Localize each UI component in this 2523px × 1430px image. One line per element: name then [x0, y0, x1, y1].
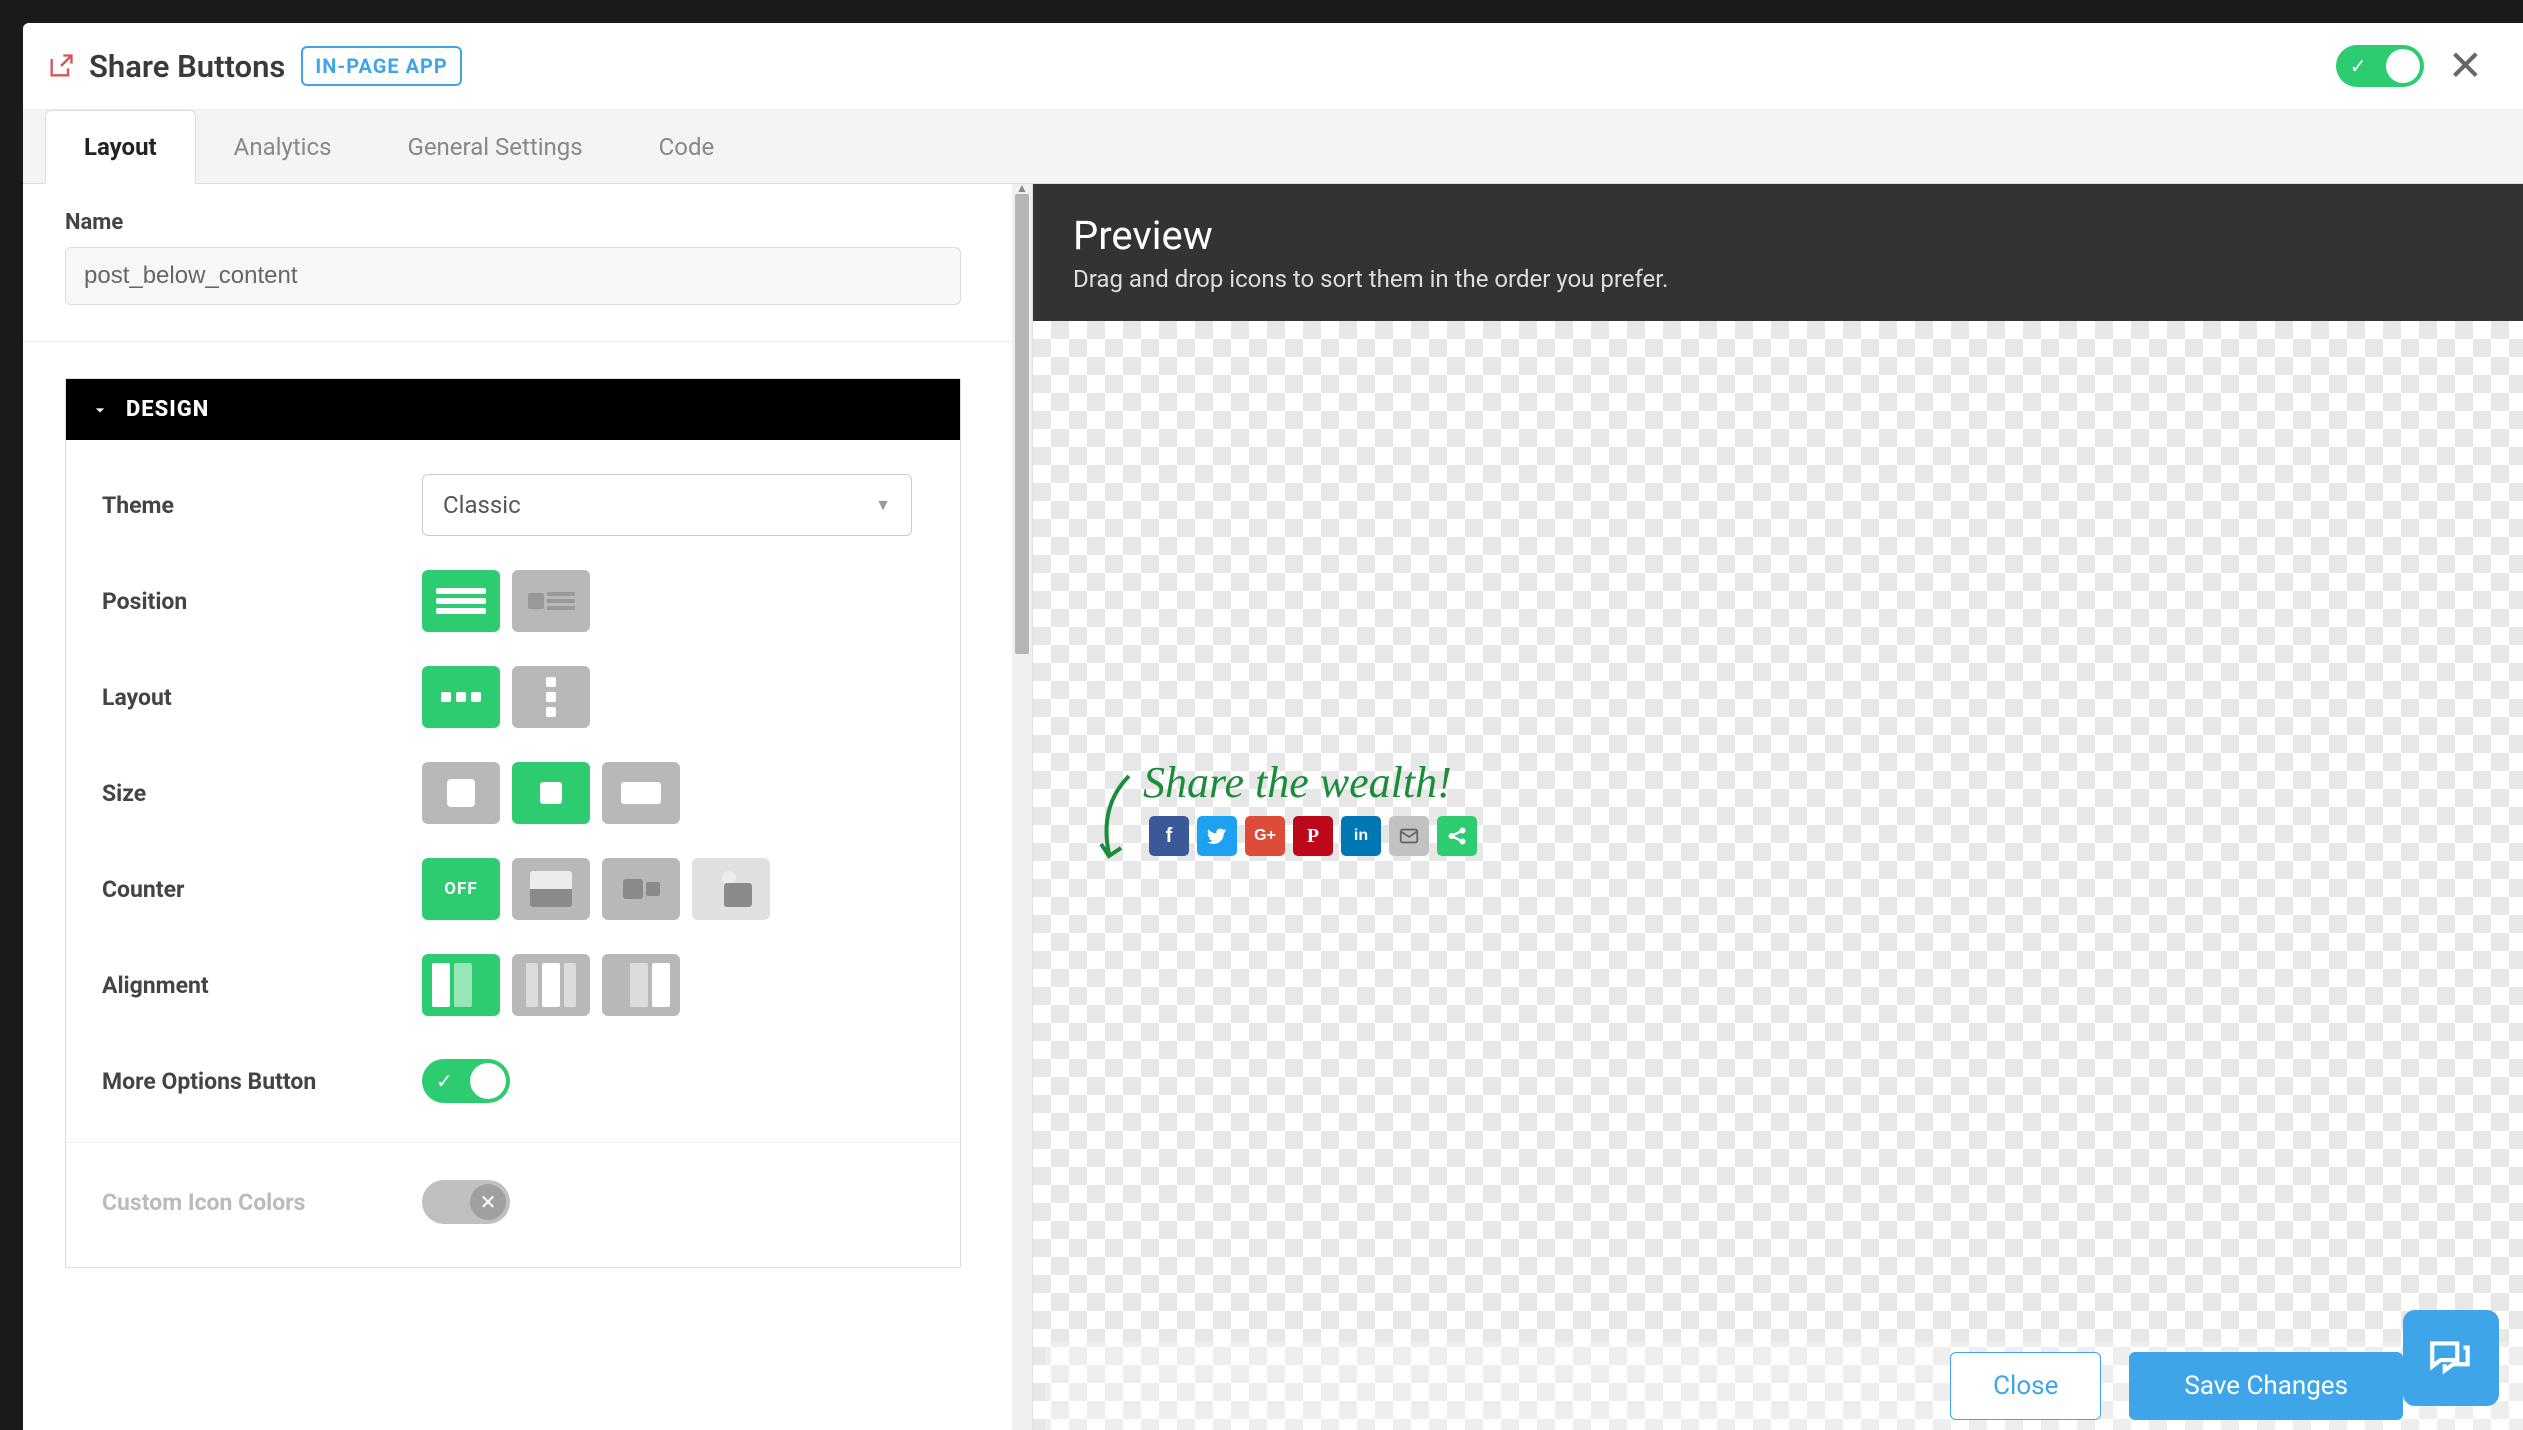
preview-header: Preview Drag and drop icons to sort them…: [1033, 184, 2523, 321]
share-icon-email[interactable]: [1389, 816, 1429, 856]
chevron-down-icon: [90, 400, 110, 420]
in-page-app-badge: IN-PAGE APP: [301, 46, 461, 86]
curved-arrow-icon: [1089, 766, 1139, 866]
share-icon: [47, 52, 75, 80]
settings-modal: Share Buttons IN-PAGE APP ✓ ✕ Layout Ana…: [23, 23, 2523, 1430]
share-icons-row: f G+ P in: [1149, 816, 1477, 856]
alignment-option-left[interactable]: [422, 954, 500, 1016]
modal-footer: Close Save Changes: [1045, 1342, 2523, 1430]
layout-option-horizontal[interactable]: [422, 666, 500, 728]
share-icon-facebook[interactable]: f: [1149, 816, 1189, 856]
share-icon-linkedin[interactable]: in: [1341, 816, 1381, 856]
toggle-knob: [2386, 49, 2420, 83]
counter-option-off[interactable]: OFF: [422, 858, 500, 920]
more-options-toggle[interactable]: ✓: [422, 1059, 510, 1103]
alignment-option-center[interactable]: [512, 954, 590, 1016]
tabs-bar: Layout Analytics General Settings Code: [23, 110, 2523, 184]
size-option-large[interactable]: [422, 762, 500, 824]
check-icon: ✓: [2350, 54, 2367, 78]
left-panel-scrollbar[interactable]: ▲: [1012, 184, 1032, 1430]
align-center-icon: [522, 963, 580, 1007]
counter-inline-icon: [623, 879, 660, 899]
check-icon: ✓: [436, 1069, 453, 1093]
tab-layout[interactable]: Layout: [45, 110, 196, 184]
horizontal-icon: [441, 692, 481, 702]
design-section: DESIGN Theme Classic ▼: [65, 378, 961, 1268]
size-option-wide[interactable]: [602, 762, 680, 824]
close-modal-button[interactable]: ✕: [2448, 41, 2483, 91]
position-option-full[interactable]: [422, 570, 500, 632]
share-heading: Share the wealth!: [1143, 757, 2467, 808]
layout-option-vertical[interactable]: [512, 666, 590, 728]
align-left-icon: [432, 963, 490, 1007]
position-option-sidebar[interactable]: [512, 570, 590, 632]
design-section-title: DESIGN: [126, 397, 209, 422]
twitter-icon: [1206, 825, 1228, 847]
counter-stacked-icon: [530, 871, 572, 907]
name-input[interactable]: [65, 247, 961, 305]
preview-subtitle: Drag and drop icons to sort them in the …: [1073, 265, 2483, 293]
modal-header: Share Buttons IN-PAGE APP ✓ ✕: [23, 23, 2523, 110]
design-section-header[interactable]: DESIGN: [66, 379, 960, 440]
share-icon-twitter[interactable]: [1197, 816, 1237, 856]
list-icon: [528, 592, 575, 610]
toggle-knob: [470, 1063, 506, 1099]
share-icon-googleplus[interactable]: G+: [1245, 816, 1285, 856]
close-button[interactable]: Close: [1950, 1352, 2101, 1420]
more-options-label: More Options Button: [102, 1068, 422, 1095]
rectangle-icon: [621, 782, 661, 804]
app-enable-toggle[interactable]: ✓: [2336, 45, 2424, 87]
theme-select[interactable]: Classic ▼: [422, 474, 912, 536]
modal-title: Share Buttons: [89, 48, 285, 85]
save-changes-button[interactable]: Save Changes: [2129, 1352, 2403, 1420]
caret-down-icon: ▼: [875, 495, 891, 515]
name-label: Name: [65, 210, 992, 235]
settings-panel: Name DESIGN Theme Classic: [23, 184, 1033, 1430]
layout-label: Layout: [102, 684, 422, 711]
align-right-icon: [612, 963, 670, 1007]
tab-analytics[interactable]: Analytics: [196, 111, 370, 183]
toggle-knob-off: ✕: [470, 1184, 506, 1220]
counter-bubble-icon: [710, 871, 752, 907]
tab-code[interactable]: Code: [621, 111, 753, 183]
theme-label: Theme: [102, 492, 422, 519]
counter-label: Counter: [102, 876, 422, 903]
custom-colors-toggle[interactable]: ✕: [422, 1180, 510, 1224]
chat-icon: [2426, 1333, 2476, 1383]
share-icon-pinterest[interactable]: P: [1293, 816, 1333, 856]
counter-option-inline[interactable]: [602, 858, 680, 920]
mail-icon: [1398, 825, 1420, 847]
scrollbar-thumb[interactable]: [1015, 194, 1029, 654]
tab-general-settings[interactable]: General Settings: [369, 111, 620, 183]
alignment-option-right[interactable]: [602, 954, 680, 1016]
alignment-label: Alignment: [102, 972, 422, 999]
custom-colors-label: Custom Icon Colors: [102, 1189, 422, 1216]
size-option-medium[interactable]: [512, 762, 590, 824]
position-label: Position: [102, 588, 422, 615]
square-icon: [540, 782, 562, 804]
share-more-icon: [1446, 825, 1468, 847]
lines-icon: [436, 588, 486, 614]
chat-support-button[interactable]: [2403, 1310, 2499, 1406]
counter-option-bubble[interactable]: [692, 858, 770, 920]
size-label: Size: [102, 780, 422, 807]
square-icon: [447, 779, 475, 807]
theme-value: Classic: [443, 491, 521, 519]
counter-option-stacked[interactable]: [512, 858, 590, 920]
preview-canvas: Share the wealth! f G+ P: [1033, 321, 2523, 1430]
preview-title: Preview: [1073, 212, 2483, 259]
preview-panel: Preview Drag and drop icons to sort them…: [1033, 184, 2523, 1430]
vertical-icon: [546, 677, 556, 717]
share-icon-more[interactable]: [1437, 816, 1477, 856]
